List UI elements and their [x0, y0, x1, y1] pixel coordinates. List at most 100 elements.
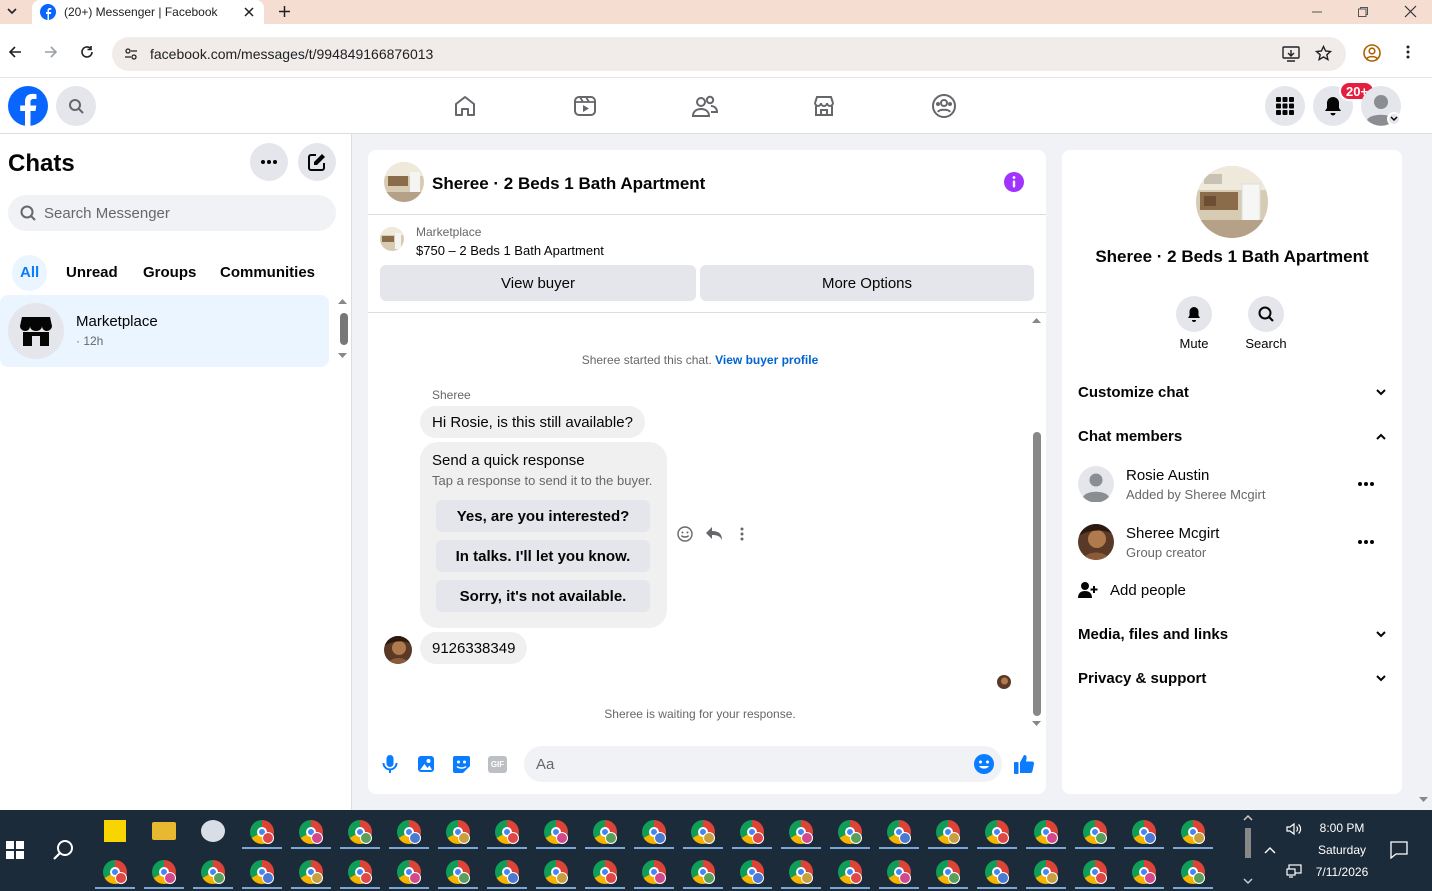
notification-center-icon[interactable]	[1390, 841, 1408, 859]
file-explorer-icon[interactable]	[152, 822, 176, 840]
quick-reply-interested[interactable]: Yes, are you interested?	[436, 500, 650, 532]
chrome-window-icon[interactable]	[299, 820, 323, 844]
chrome-window-icon[interactable]	[1181, 820, 1205, 844]
chrome-window-icon[interactable]	[201, 860, 225, 884]
chrome-window-icon[interactable]	[691, 820, 715, 844]
chrome-window-icon[interactable]	[446, 860, 470, 884]
react-smiley-icon[interactable]	[677, 526, 693, 542]
chrome-window-icon[interactable]	[887, 860, 911, 884]
taskbar-scrollbar-thumb[interactable]	[1245, 828, 1251, 858]
chrome-window-icon[interactable]	[495, 860, 519, 884]
chrome-window-icon[interactable]	[348, 820, 372, 844]
install-app-icon[interactable]	[1282, 46, 1300, 62]
chrome-window-icon[interactable]	[838, 820, 862, 844]
chrome-window-icon[interactable]	[985, 860, 1009, 884]
voice-clip-icon[interactable]	[382, 754, 398, 774]
more-options-button[interactable]: More Options	[700, 265, 1034, 301]
chrome-window-icon[interactable]	[789, 820, 813, 844]
clock-time[interactable]: 8:00 PM	[1300, 821, 1384, 835]
filter-unread[interactable]: Unread	[58, 255, 126, 291]
sticker-icon[interactable]	[452, 755, 471, 774]
scroll-up-arrow-icon[interactable]	[338, 298, 347, 304]
chrome-window-icon[interactable]	[544, 820, 568, 844]
forward-arrow-icon[interactable]	[44, 45, 58, 59]
chrome-window-icon[interactable]	[1132, 860, 1156, 884]
profile-icon[interactable]	[1363, 44, 1381, 62]
search-messenger-input[interactable]: Search Messenger	[8, 195, 336, 231]
quick-reply-in-talks[interactable]: In talks. I'll let you know.	[436, 540, 650, 572]
reply-arrow-icon[interactable]	[705, 526, 723, 542]
taskbar-scroll-down-icon[interactable]	[1243, 878, 1253, 885]
chrome-window-icon[interactable]	[887, 820, 911, 844]
marketplace-nav-icon[interactable]	[810, 92, 838, 120]
chrome-window-icon[interactable]	[985, 820, 1009, 844]
chrome-window-icon[interactable]	[642, 820, 666, 844]
listing-thumbnail[interactable]	[380, 227, 404, 251]
chrome-window-icon[interactable]	[1083, 820, 1107, 844]
chrome-window-icon[interactable]	[348, 860, 372, 884]
message-bubble-phone[interactable]: 9126338349	[420, 632, 528, 664]
conversation-info-icon[interactable]	[1004, 172, 1024, 192]
chrome-window-icon[interactable]	[936, 820, 960, 844]
filter-all[interactable]: All	[12, 255, 48, 291]
chrome-window-icon[interactable]	[936, 860, 960, 884]
new-message-button[interactable]	[298, 143, 336, 181]
window-restore-icon[interactable]	[1357, 6, 1369, 18]
chat-list-item[interactable]: Marketplace · 12h	[0, 295, 329, 367]
privacy-support-section[interactable]: Privacy & support	[1078, 658, 1386, 698]
chrome-window-icon[interactable]	[250, 860, 274, 884]
chrome-window-icon[interactable]	[642, 860, 666, 884]
browser-tab[interactable]: (20+) Messenger | Facebook	[32, 0, 264, 24]
chrome-window-icon[interactable]	[250, 820, 274, 844]
chats-scrollbar-thumb[interactable]	[340, 313, 348, 345]
chrome-window-icon[interactable]	[593, 820, 617, 844]
quick-reply-not-available[interactable]: Sorry, it's not available.	[436, 580, 650, 612]
message-more-vertical-icon[interactable]	[740, 527, 744, 541]
chrome-window-icon[interactable]	[838, 860, 862, 884]
facebook-search-button[interactable]	[56, 86, 96, 126]
video-nav-icon[interactable]	[571, 92, 599, 120]
media-files-section[interactable]: Media, files and links	[1078, 614, 1386, 654]
thumbs-up-icon[interactable]	[1013, 753, 1035, 775]
member-row-sheree[interactable]: Sheree Mcgirt Group creator	[1126, 525, 1219, 560]
taskbar-search-icon[interactable]	[53, 839, 75, 861]
bookmark-star-icon[interactable]	[1315, 45, 1332, 62]
page-scroll-down-icon[interactable]	[1419, 797, 1428, 803]
chat-members-section[interactable]: Chat members	[1078, 416, 1386, 456]
chats-options-button[interactable]	[250, 143, 288, 181]
reload-icon[interactable]	[80, 45, 94, 59]
window-close-icon[interactable]	[1404, 5, 1417, 18]
browser-menu-icon[interactable]	[1406, 45, 1410, 59]
member-options-icon[interactable]	[1358, 482, 1374, 486]
filter-groups[interactable]: Groups	[135, 255, 204, 291]
messages-scroll-down-icon[interactable]	[1032, 721, 1041, 727]
chrome-window-icon[interactable]	[789, 860, 813, 884]
address-bar[interactable]: facebook.com/messages/t/994849166876013	[112, 37, 1346, 71]
chrome-window-icon[interactable]	[740, 860, 764, 884]
new-tab-plus-icon[interactable]	[278, 5, 291, 18]
tab-close-icon[interactable]	[244, 7, 254, 17]
listing-title[interactable]: $750 – 2 Beds 1 Bath Apartment	[416, 243, 604, 258]
messages-scrollbar-thumb[interactable]	[1033, 432, 1041, 716]
messages-scroll-up-icon[interactable]	[1032, 317, 1041, 323]
search-in-chat-button[interactable]	[1248, 296, 1284, 332]
chat-info-avatar[interactable]	[1196, 166, 1268, 238]
customize-chat-section[interactable]: Customize chat	[1078, 372, 1386, 412]
chrome-window-icon[interactable]	[1034, 820, 1058, 844]
member-avatar-rosie[interactable]	[1078, 466, 1114, 502]
sticky-notes-icon[interactable]	[104, 820, 126, 842]
clock-day[interactable]: Saturday	[1300, 843, 1384, 857]
view-buyer-profile-link[interactable]: View buyer profile	[715, 353, 818, 367]
chrome-window-icon[interactable]	[1181, 860, 1205, 884]
chrome-window-icon[interactable]	[740, 820, 764, 844]
chrome-window-icon[interactable]	[397, 820, 421, 844]
account-avatar[interactable]	[1361, 86, 1401, 126]
emoji-picker-icon[interactable]	[974, 754, 994, 774]
tab-search-chevron-icon[interactable]	[6, 5, 18, 17]
windows-start-icon[interactable]	[6, 841, 24, 859]
clock-date[interactable]: 7/11/2026	[1300, 865, 1384, 879]
conversation-avatar[interactable]	[384, 162, 424, 202]
menu-button[interactable]	[1265, 86, 1305, 126]
groups-nav-icon[interactable]	[930, 92, 958, 120]
sender-avatar[interactable]	[384, 636, 412, 664]
